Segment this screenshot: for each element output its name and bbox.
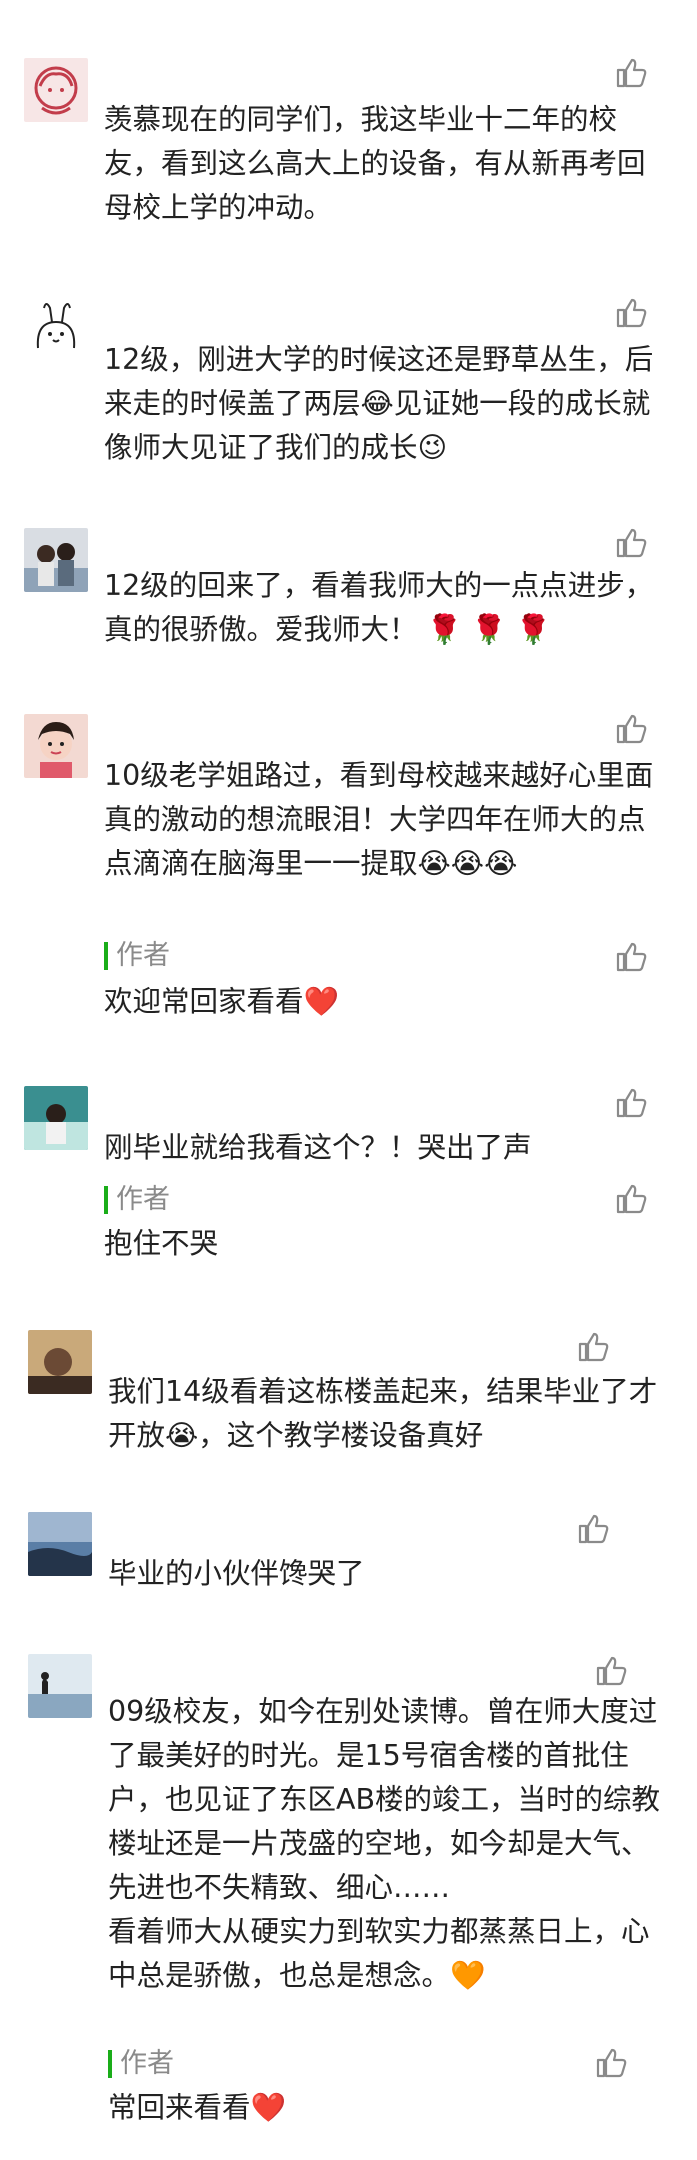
avatar[interactable] (24, 1086, 88, 1150)
thumbs-up-icon[interactable] (612, 524, 648, 560)
author-label: 作者 (104, 938, 170, 974)
comment-text: 12级的回来了，看着我师大的一点点进步，真的很骄傲。爱我师大！ 🌹 🌹 🌹 (104, 569, 654, 646)
avatar[interactable] (28, 1512, 92, 1576)
avatar[interactable] (24, 528, 88, 592)
author-label: 作者 (108, 2046, 174, 2082)
comment-feed: 羡慕现在的同学们，我这毕业十二年的校友，看到这么高大上的设备，有从新再考回母校上… (0, 0, 697, 2160)
author-reply-text: 欢迎常回家看看❤️ (104, 985, 339, 1018)
thumbs-up-icon[interactable] (612, 938, 648, 974)
thumbs-up-icon[interactable] (612, 1180, 648, 1216)
thumbs-up-icon[interactable] (592, 1652, 628, 1688)
thumbs-up-icon[interactable] (612, 1084, 648, 1120)
author-reply-text: 常回来看看❤️ (108, 2091, 286, 2124)
comment-text: 09级校友，如今在别处读博。曾在师大度过了最美好的时光。是15号宿舍楼的首批住户… (108, 1695, 661, 1992)
thumbs-up-icon[interactable] (574, 1328, 610, 1364)
comment-text: 羡慕现在的同学们，我这毕业十二年的校友，看到这么高大上的设备，有从新再考回母校上… (104, 103, 646, 224)
thumbs-up-icon[interactable] (612, 294, 648, 330)
thumbs-up-icon[interactable] (612, 54, 648, 90)
comment-text: 10级老学姐路过，看到母校越来越好心里面真的激动的想流眼泪！大学四年在师大的点点… (104, 759, 654, 880)
author-label: 作者 (104, 1182, 170, 1218)
comment-text: 毕业的小伙伴馋哭了 (108, 1557, 365, 1590)
thumbs-up-icon[interactable] (592, 2044, 628, 2080)
thumbs-up-icon[interactable] (574, 1510, 610, 1546)
avatar[interactable] (24, 58, 88, 122)
comment-text: 12级，刚进大学的时候这还是野草丛生，后来走的时候盖了两层😂见证她一段的成长就像… (104, 343, 654, 464)
comment-text: 刚毕业就给我看这个？！哭出了声 (104, 1131, 532, 1164)
avatar[interactable] (24, 714, 88, 778)
avatar[interactable] (28, 1330, 92, 1394)
avatar[interactable] (28, 1654, 92, 1718)
avatar[interactable] (24, 298, 88, 362)
thumbs-up-icon[interactable] (612, 710, 648, 746)
comment-text: 我们14级看着这栋楼盖起来，结果毕业了才开放😭，这个教学楼设备真好 (108, 1375, 658, 1452)
author-reply-text: 抱住不哭 (104, 1227, 219, 1260)
